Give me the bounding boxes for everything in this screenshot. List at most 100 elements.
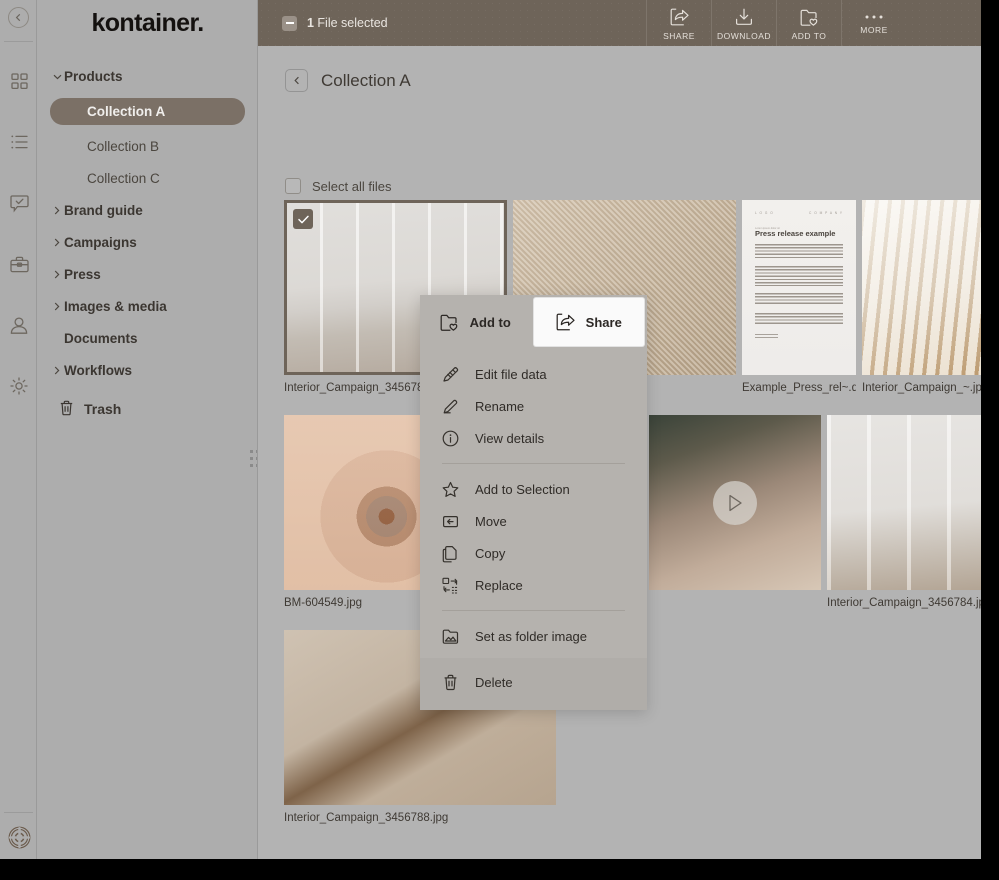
- chevron-right-icon[interactable]: [50, 264, 64, 285]
- context-menu-share-label: Share: [586, 315, 622, 330]
- selection-count-group: 1 File selected: [258, 0, 646, 46]
- sidebar-item-dashboard[interactable]: [8, 70, 30, 92]
- handle-dot: [250, 457, 253, 460]
- folder-tree-item-label: Campaigns: [64, 235, 137, 250]
- folder-tree-item[interactable]: Images & media: [50, 296, 245, 317]
- context-menu-add-to-label: Add to: [470, 315, 511, 330]
- back-button[interactable]: [285, 69, 308, 92]
- file-caption: Example_Press_rel~.docx: [742, 382, 856, 394]
- select-all-checkbox[interactable]: [285, 178, 301, 194]
- file-thumbnail[interactable]: [649, 415, 821, 590]
- folder-tree-item[interactable]: Press: [50, 264, 245, 285]
- selection-count-label: File selected: [314, 16, 388, 30]
- folder-tree-item[interactable]: Documents: [50, 328, 245, 349]
- sidebar-item-workspace[interactable]: [8, 253, 30, 275]
- context-menu-copy[interactable]: Copy: [420, 537, 647, 569]
- check-icon: [298, 215, 309, 224]
- file-thumbnail[interactable]: [827, 415, 981, 590]
- file-caption: Interior_Campaign_~.jpg: [862, 382, 981, 394]
- context-menu-rename-label: Rename: [475, 399, 524, 414]
- file-card[interactable]: [649, 415, 821, 597]
- folder-tree-item[interactable]: Brand guide: [50, 200, 245, 221]
- file-card[interactable]: Interior_Campaign_3456784.jpg: [827, 415, 981, 609]
- chevron-right-icon[interactable]: [50, 200, 64, 221]
- document-preview: L O G OC O M P A N YLorem ipsum dolor si…: [742, 200, 856, 375]
- chevron-left-icon: [293, 76, 301, 85]
- chevron-left-icon: [14, 13, 23, 22]
- context-menu-rename[interactable]: Rename: [420, 390, 647, 422]
- folder-tree-item[interactable]: Collection B: [50, 136, 245, 157]
- move-icon: [442, 513, 459, 530]
- chevron-right-icon[interactable]: [50, 296, 64, 317]
- context-menu-move[interactable]: Move: [420, 505, 647, 537]
- context-menu-add-to-selection[interactable]: Add to Selection: [420, 473, 647, 505]
- folder-tree-item[interactable]: Campaigns: [50, 232, 245, 253]
- context-menu-set-folder-image-label: Set as folder image: [475, 629, 587, 644]
- context-menu-delete-label: Delete: [475, 675, 513, 690]
- page-title: Collection A: [321, 69, 411, 92]
- sidebar-item-settings[interactable]: [8, 375, 30, 397]
- toolbar-download-button[interactable]: DOWNLOAD: [711, 0, 776, 46]
- deselect-all-checkbox[interactable]: [282, 16, 297, 31]
- file-card[interactable]: Interior_Campaign_~.jpg: [862, 200, 981, 394]
- user-icon: [10, 317, 28, 334]
- context-menu-view-details[interactable]: View details: [420, 422, 647, 454]
- chevron-right-icon[interactable]: [50, 232, 64, 253]
- toolbar-more-button[interactable]: MORE: [841, 0, 906, 46]
- folder-tree-item[interactable]: Products: [50, 66, 245, 87]
- lifebuoy-icon: [9, 827, 30, 848]
- context-menu-danger-group: Delete: [420, 658, 647, 710]
- chevron-right-icon[interactable]: [50, 360, 64, 381]
- context-menu-replace[interactable]: Replace: [420, 569, 647, 601]
- toolbar-addto-button[interactable]: ADD TO: [776, 0, 841, 46]
- context-menu-share[interactable]: Share: [534, 298, 645, 346]
- select-all-row[interactable]: Select all files: [285, 178, 391, 194]
- context-menu-delete[interactable]: Delete: [420, 666, 647, 698]
- trash-icon: [442, 674, 459, 691]
- file-card[interactable]: L O G OC O M P A N YLorem ipsum dolor si…: [742, 200, 856, 394]
- folder-tree-item-trash[interactable]: Trash: [50, 398, 245, 419]
- folder-tree-item-label: Documents: [64, 331, 138, 346]
- selection-toolbar: 1 File selected SHARE DOWNLOAD: [258, 0, 981, 46]
- minus-glyph: [286, 22, 294, 24]
- context-menu-top-actions: Add to Share: [420, 295, 647, 349]
- sidebar-item-approvals[interactable]: [8, 192, 30, 214]
- play-button[interactable]: [713, 481, 757, 525]
- folder-tree: Products Collection A Collection B Collecti…: [38, 66, 257, 430]
- icon-rail: [0, 0, 37, 859]
- sidebar-item-users[interactable]: [8, 314, 30, 336]
- image-folder-icon: [442, 628, 459, 645]
- toolbar-download-label: DOWNLOAD: [717, 31, 771, 41]
- context-menu-set-folder-image[interactable]: Set as folder image: [420, 620, 647, 652]
- folder-tree-item-label: Products: [64, 69, 123, 84]
- folder-tree-item[interactable]: Collection C: [50, 168, 245, 189]
- folder-tree-item-label: Brand guide: [64, 203, 143, 218]
- selection-count-text: 1 File selected: [307, 16, 388, 30]
- context-menu-add-to[interactable]: Add to: [420, 295, 531, 349]
- handle-dot: [250, 464, 253, 467]
- copy-icon: [442, 545, 459, 562]
- file-thumbnail[interactable]: L O G OC O M P A N YLorem ipsum dolor si…: [742, 200, 856, 375]
- list-icon: [11, 135, 28, 149]
- help-button[interactable]: [8, 826, 30, 848]
- sidebar-item-lists[interactable]: [8, 131, 30, 153]
- add-to-folder-icon: [800, 9, 819, 26]
- context-menu-add-to-selection-label: Add to Selection: [475, 482, 570, 497]
- file-select-checkbox[interactable]: [293, 209, 313, 229]
- rail-divider-bottom: [4, 812, 33, 813]
- file-caption: Interior_Campaign_3456788.jpg: [284, 812, 556, 824]
- folder-tree-item-label: Collection B: [87, 139, 159, 154]
- toolbar-share-button[interactable]: SHARE: [646, 0, 711, 46]
- file-thumbnail[interactable]: [862, 200, 981, 375]
- trash-icon: [59, 400, 74, 417]
- breadcrumb: Collection A: [258, 46, 981, 136]
- folder-tree-item-trash-label: Trash: [84, 401, 121, 417]
- chevron-down-icon[interactable]: [50, 66, 64, 87]
- folder-tree-item[interactable]: Workflows: [50, 360, 245, 381]
- context-menu-view-details-label: View details: [475, 431, 544, 446]
- folder-tree-item[interactable]: Collection A: [50, 98, 245, 125]
- context-menu-edit-file-data[interactable]: Edit file data: [420, 358, 647, 390]
- context-menu-group-1: Edit file data Rename: [420, 349, 647, 658]
- star-icon: [442, 481, 459, 498]
- collapse-sidebar-button[interactable]: [8, 7, 29, 28]
